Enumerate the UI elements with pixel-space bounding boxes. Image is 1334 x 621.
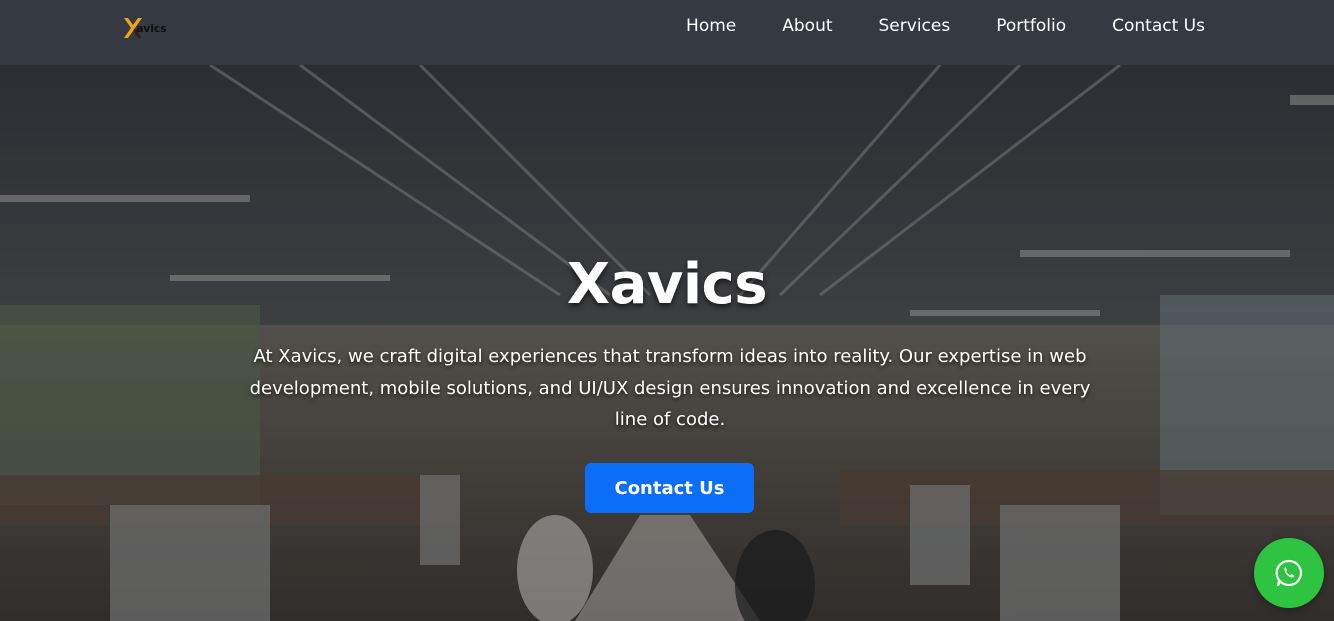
contact-us-button[interactable]: Contact Us	[585, 463, 754, 513]
nav-link-contact-us[interactable]: Contact Us	[1112, 16, 1205, 36]
main-navigation: Home About Services Portfolio Contact Us	[686, 0, 1205, 52]
nav-link-portfolio[interactable]: Portfolio	[996, 16, 1066, 36]
whatsapp-button[interactable]	[1254, 538, 1324, 608]
nav-link-services[interactable]: Services	[879, 16, 951, 36]
site-logo[interactable]: avics	[122, 15, 178, 41]
whatsapp-icon	[1275, 559, 1303, 587]
hero-section: Xavics At Xavics, we craft digital exper…	[0, 65, 1334, 621]
hero-title: Xavics	[566, 252, 768, 317]
nav-link-home[interactable]: Home	[686, 16, 736, 36]
nav-link-about[interactable]: About	[782, 16, 832, 36]
navbar: avics Home About Services Portfolio Cont…	[0, 0, 1334, 65]
hero-description: At Xavics, we craft digital experiences …	[249, 346, 1091, 430]
logo-text: avics	[136, 21, 167, 35]
